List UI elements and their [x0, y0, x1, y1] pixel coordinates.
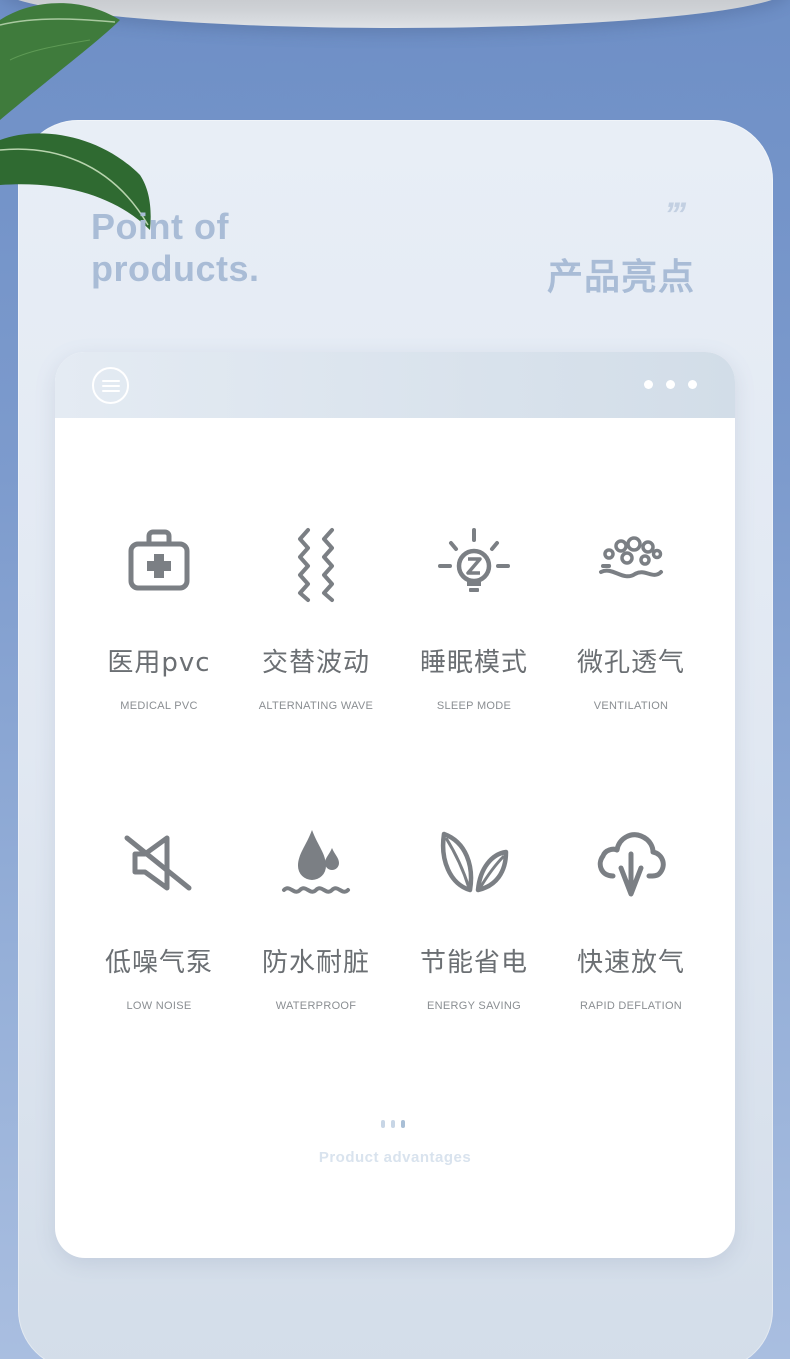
feature-medical-pvc: 医用pvc MEDICAL PVC: [79, 524, 239, 712]
wave-icon: [298, 528, 334, 602]
title-english-line1: Point of: [91, 206, 229, 247]
title-english-line2: products.: [91, 248, 260, 289]
cloud-deflate-icon: [597, 832, 666, 897]
footer-dots-icon: [381, 1120, 405, 1128]
feature-low-noise: 低噪气泵 LOW NOISE: [79, 824, 239, 1012]
feature-ventilation: 微孔透气 VENTILATION: [551, 524, 711, 712]
feature-label-cn: 睡眠模式: [419, 648, 528, 678]
medical-kit-icon: [128, 529, 190, 591]
feature-label-en: WATERPROOF: [275, 1000, 357, 1012]
feature-label-cn: 低噪气泵: [104, 948, 213, 978]
feature-label-cn: 微孔透气: [576, 648, 685, 678]
feature-label-cn: 节能省电: [419, 948, 528, 978]
feature-label-en: VENTILATION: [593, 700, 669, 712]
leaves-icon: [440, 831, 509, 893]
feature-label-en: SLEEP MODE: [436, 700, 512, 712]
feature-rapid-deflation: 快速放气 RAPID DEFLATION: [551, 824, 711, 1012]
title-english: Point of products.: [91, 206, 260, 290]
ventilation-icon: [599, 536, 663, 579]
feature-label-cn: 交替波动: [261, 648, 370, 678]
feature-label-en: RAPID DEFLATION: [579, 1000, 683, 1012]
feature-label-cn: 快速放气: [576, 948, 685, 978]
feature-label-cn: 医用pvc: [107, 648, 211, 678]
feature-sleep-mode: 睡眠模式 SLEEP MODE: [394, 524, 554, 712]
title-chinese: 产品亮点: [546, 257, 695, 298]
feature-label-en: MEDICAL PVC: [120, 700, 198, 712]
feature-alternating-wave: 交替波动 ALTERNATING WAVE: [236, 524, 396, 712]
leaf-decoration: [0, 3, 151, 230]
feature-label-cn: 防水耐脏: [261, 948, 370, 978]
footer-label: Product advantages: [318, 1149, 472, 1166]
sleep-bulb-icon: [438, 528, 510, 592]
mute-speaker-icon: [124, 835, 192, 891]
water-drop-icon: [282, 830, 350, 894]
feature-label-en: ENERGY SAVING: [427, 1000, 521, 1012]
feature-label-en: ALTERNATING WAVE: [258, 700, 374, 712]
quote-marks: ’’’: [664, 196, 686, 234]
features-card: 医用pvc MEDICAL PVC 交替波动 ALTERNATING WAVE: [55, 352, 735, 1258]
feature-waterproof: 防水耐脏 WATERPROOF: [236, 824, 396, 1012]
feature-energy-saving: 节能省电 ENERGY SAVING: [394, 824, 554, 1012]
feature-label-en: LOW NOISE: [126, 1000, 192, 1012]
